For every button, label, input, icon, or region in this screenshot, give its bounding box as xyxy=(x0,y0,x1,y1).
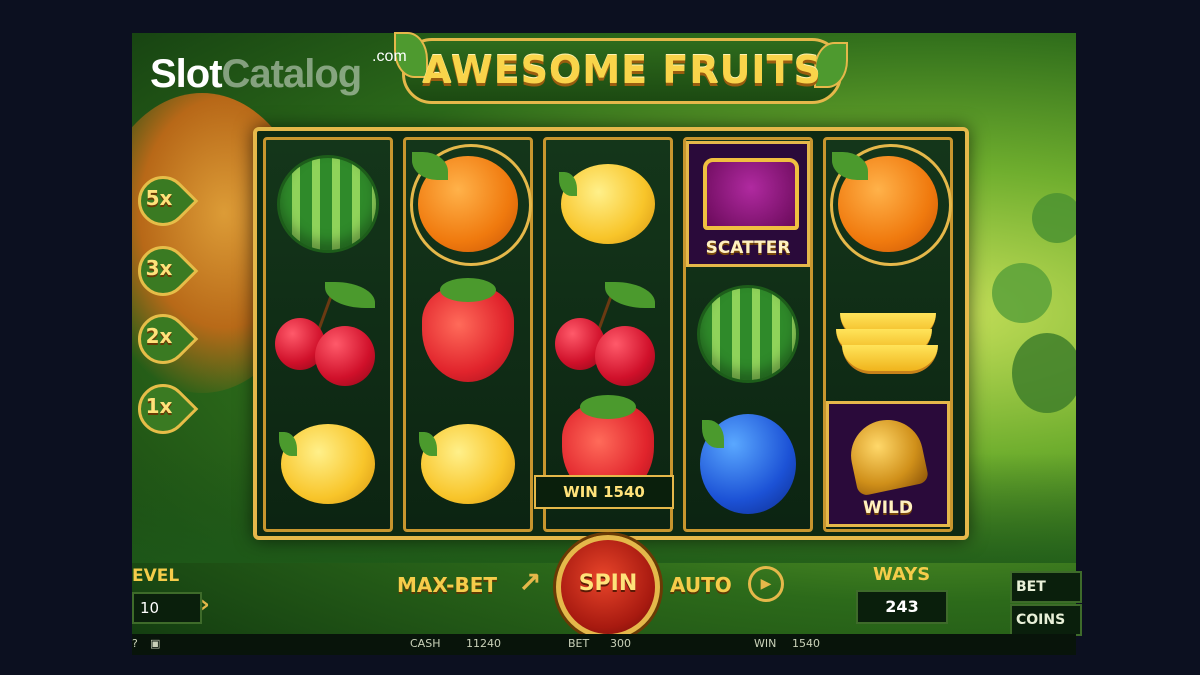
bet-value: 300 xyxy=(610,637,631,650)
auto-button[interactable]: AUTO xyxy=(670,573,732,597)
reel-cell xyxy=(826,270,950,398)
reel-cell xyxy=(266,270,390,398)
spin-button[interactable]: SPIN xyxy=(556,535,660,639)
banana-icon xyxy=(836,293,940,375)
multiplier-5x: 5x xyxy=(127,165,199,237)
reel-cell xyxy=(546,140,670,268)
multiplier-2x: 2x xyxy=(127,303,199,375)
status-bar: ? ▣ CASH 11240 BET 300 WIN 1540 xyxy=(132,634,1076,655)
watermelon-icon xyxy=(277,155,379,253)
level-value: 10 xyxy=(132,592,202,624)
settings-icon[interactable]: ▣ xyxy=(150,637,160,650)
arrow-up-right-icon: ↗ xyxy=(518,566,542,599)
crown-scatter-icon: SCATTER xyxy=(686,141,810,267)
cherries-icon xyxy=(275,282,381,386)
reel-cell: WILD xyxy=(826,400,950,528)
reel-cell xyxy=(406,400,530,528)
multiplier-1x: 1x xyxy=(127,373,199,445)
bell-wild-icon: WILD xyxy=(826,401,950,527)
strawberry-icon xyxy=(422,278,514,382)
reel-4: SCATTER xyxy=(683,137,813,532)
orange-icon xyxy=(832,152,938,252)
lemon-icon xyxy=(559,164,655,244)
ways-value: 243 xyxy=(856,590,948,624)
cash-value: 11240 xyxy=(466,637,501,650)
watermark-logo: SlotCatalog xyxy=(150,52,362,96)
orange-icon xyxy=(412,152,518,252)
game-title-logo: AWESOME FRUITS xyxy=(394,32,848,104)
game-title: AWESOME FRUITS xyxy=(422,48,822,92)
bet-button[interactable]: BET xyxy=(1010,571,1082,603)
watermark-domain: .com xyxy=(372,48,407,65)
coins-button[interactable]: COINS xyxy=(1010,604,1082,636)
level-label: EVEL xyxy=(132,566,180,586)
leaf-decor xyxy=(1032,193,1076,243)
leaf-decor xyxy=(992,263,1052,323)
reel-2 xyxy=(403,137,533,532)
reel-cell xyxy=(546,270,670,398)
reel-5: WILD xyxy=(823,137,953,532)
reel-3 xyxy=(543,137,673,532)
multiplier-3x: 3x xyxy=(127,235,199,307)
autoplay-play-icon[interactable]: ▶ xyxy=(748,566,784,602)
reel-cell xyxy=(686,400,810,528)
win-value: 1540 xyxy=(792,637,820,650)
help-icon[interactable]: ? xyxy=(132,637,138,650)
reel-cell xyxy=(266,400,390,528)
cherries-icon xyxy=(555,282,661,386)
reel-cell xyxy=(686,270,810,398)
reel-cell xyxy=(826,140,952,268)
win-label: WIN xyxy=(754,637,777,650)
reel-1 xyxy=(263,137,393,532)
reel-cell xyxy=(406,140,532,268)
leaf-decor xyxy=(1012,333,1076,413)
bet-label: BET xyxy=(568,637,590,650)
lemon-icon xyxy=(279,424,375,504)
ways-label: WAYS xyxy=(873,564,931,585)
plum-icon xyxy=(700,414,796,514)
cash-label: CASH xyxy=(410,637,441,650)
reel-cell xyxy=(266,140,390,268)
reel-cell: SCATTER xyxy=(686,140,810,268)
lemon-icon xyxy=(419,424,515,504)
win-banner: WIN 1540 xyxy=(534,475,674,509)
level-increase-chevron-icon[interactable]: › xyxy=(200,590,210,618)
max-bet-button[interactable]: MAX-BET xyxy=(397,573,497,597)
reel-cell xyxy=(406,270,530,398)
watermelon-icon xyxy=(697,285,799,383)
